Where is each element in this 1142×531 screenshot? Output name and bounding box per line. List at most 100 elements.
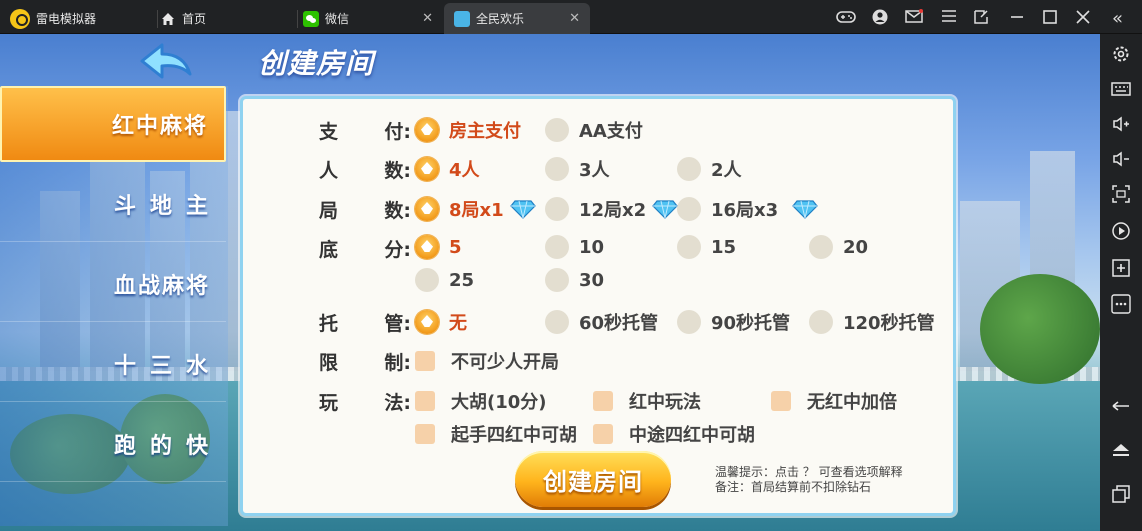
- tab-wechat[interactable]: 微信 ✕: [303, 3, 443, 34]
- play-option-start-four-hongzhong[interactable]: 起手四红中可胡: [415, 421, 577, 447]
- back-arrow-icon: [140, 43, 192, 79]
- account-icon[interactable]: [872, 9, 888, 25]
- menu-item-label: 十三水: [113, 353, 222, 379]
- tab-home-label: 首页: [182, 12, 207, 26]
- rounds-option-12[interactable]: 12局x2: [545, 196, 678, 222]
- checkbox-icon: [415, 351, 435, 371]
- play-option-midway-four-hongzhong[interactable]: 中途四红中可胡: [593, 421, 755, 447]
- auto-option-90s[interactable]: 90秒托管: [677, 309, 790, 335]
- limit-option-no-short-start[interactable]: 不可少人开局: [415, 348, 559, 374]
- screenshot-icon[interactable]: [1111, 184, 1131, 204]
- rounds-label: 局数:: [319, 200, 411, 222]
- radio-icon: [677, 197, 701, 221]
- radio-icon: [545, 310, 569, 334]
- menu-icon[interactable]: [941, 9, 957, 23]
- radio-icon: [677, 157, 701, 181]
- radio-icon: [545, 157, 569, 181]
- radio-icon: [809, 235, 833, 259]
- pay-label: 支付:: [319, 121, 411, 143]
- rounds-option-16[interactable]: 16局x3: [677, 196, 818, 222]
- radio-icon: [545, 235, 569, 259]
- radio-icon: [677, 310, 701, 334]
- recent-apps-icon[interactable]: [1111, 484, 1131, 504]
- radio-icon: [809, 310, 833, 334]
- play-option-no-hongzhong-double[interactable]: 无红中加倍: [771, 388, 897, 414]
- room-settings-panel: 支付: 房主支付 AA支付 人数: 4人 3人 2人 局数: 8局x1 12局x…: [240, 96, 956, 516]
- auto-option-120s[interactable]: 120秒托管: [809, 309, 935, 335]
- radio-selected-icon: [415, 197, 439, 221]
- base-option-15[interactable]: 15: [677, 235, 736, 259]
- players-option-4[interactable]: 4人: [415, 156, 480, 182]
- gamepad-icon[interactable]: [836, 9, 856, 25]
- tab-game-close-icon[interactable]: ✕: [569, 11, 580, 26]
- checkbox-icon: [593, 424, 613, 444]
- maximize-icon[interactable]: [1042, 9, 1058, 25]
- checkbox-icon: [771, 391, 791, 411]
- players-option-2[interactable]: 2人: [677, 156, 742, 182]
- back-button[interactable]: [138, 42, 194, 80]
- minimize-icon[interactable]: [1009, 9, 1025, 25]
- rounds-option-8[interactable]: 8局x1: [415, 196, 536, 222]
- auto-option-60s[interactable]: 60秒托管: [545, 309, 658, 335]
- tab-wechat-close-icon[interactable]: ✕: [422, 11, 433, 26]
- limit-label: 限制:: [319, 352, 411, 374]
- page-title: 创建房间: [258, 47, 375, 80]
- base-option-10[interactable]: 10: [545, 235, 604, 259]
- tab-bar: 雷电模拟器 首页 微信 ✕ 全民欢乐 ✕: [0, 0, 1142, 34]
- radio-selected-icon: [415, 157, 439, 181]
- radio-selected-icon: [415, 310, 439, 334]
- record-icon[interactable]: [1111, 221, 1131, 241]
- home-icon: [160, 11, 176, 27]
- add-apk-icon[interactable]: [1111, 258, 1131, 278]
- pay-option-owner[interactable]: 房主支付: [415, 117, 521, 143]
- base-option-25[interactable]: 25: [415, 268, 474, 292]
- tab-emulator-label: 雷电模拟器: [36, 12, 97, 26]
- create-room-button[interactable]: 创建房间: [515, 451, 671, 507]
- menu-item-paodekuai[interactable]: 跑的快: [0, 406, 226, 482]
- menu-item-xuezhan-mahjong[interactable]: 血战麻将: [0, 246, 226, 322]
- tab-wechat-label: 微信: [325, 12, 350, 26]
- menu-item-label: 斗地主: [113, 193, 222, 219]
- menu-item-label: 红中麻将: [111, 114, 208, 139]
- keyboard-icon[interactable]: [1111, 79, 1131, 99]
- base-score-label: 底分:: [319, 239, 411, 261]
- play-option-big-hu[interactable]: 大胡(10分): [415, 388, 547, 414]
- collapse-sidebar-icon[interactable]: «: [1112, 8, 1123, 29]
- screen-shrink-icon[interactable]: [973, 9, 989, 25]
- game-app-icon: [454, 10, 470, 27]
- diamond-icon: [792, 200, 818, 219]
- tab-home[interactable]: 首页: [160, 3, 298, 34]
- tab-game[interactable]: 全民欢乐 ✕: [444, 3, 590, 34]
- players-option-3[interactable]: 3人: [545, 156, 610, 182]
- checkbox-icon: [593, 391, 613, 411]
- menu-item-doudizhu[interactable]: 斗地主: [0, 166, 226, 242]
- tip-line-1: 温馨提示：点击 ？ 可查看选项解释: [715, 465, 903, 479]
- game-screen: 创建房间 红中麻将 斗地主 血战麻将 十三水 跑的快 支付: 房主支付 AA支付…: [0, 34, 1100, 531]
- volume-up-icon[interactable]: [1111, 114, 1131, 134]
- checkbox-icon: [415, 391, 435, 411]
- menu-item-hongzhong-mahjong[interactable]: 红中麻将: [0, 86, 226, 162]
- ldplayer-logo-icon: [10, 8, 30, 29]
- radio-icon: [677, 235, 701, 259]
- volume-down-icon[interactable]: [1111, 149, 1131, 169]
- base-option-5[interactable]: 5: [415, 235, 462, 259]
- settings-gear-icon[interactable]: [1111, 44, 1131, 64]
- emulator-sidebar: [1100, 34, 1142, 531]
- radio-selected-icon: [415, 235, 439, 259]
- close-window-icon[interactable]: [1075, 9, 1091, 25]
- auto-option-none[interactable]: 无: [415, 309, 467, 335]
- menu-item-shisanshui[interactable]: 十三水: [0, 326, 226, 402]
- mail-icon[interactable]: [905, 9, 923, 23]
- home-button-icon[interactable]: [1111, 440, 1131, 460]
- base-option-20[interactable]: 20: [809, 235, 868, 259]
- pay-option-aa[interactable]: AA支付: [545, 117, 643, 143]
- back-arrow-icon[interactable]: [1111, 396, 1131, 416]
- more-icon[interactable]: [1111, 294, 1131, 314]
- radio-icon: [545, 268, 569, 292]
- radio-icon: [415, 268, 439, 292]
- tab-emulator[interactable]: 雷电模拟器: [10, 3, 158, 34]
- base-option-30[interactable]: 30: [545, 268, 604, 292]
- play-option-hongzhong[interactable]: 红中玩法: [593, 388, 701, 414]
- game-type-menu: 红中麻将 斗地主 血战麻将 十三水 跑的快: [0, 86, 228, 526]
- wechat-icon: [303, 10, 319, 27]
